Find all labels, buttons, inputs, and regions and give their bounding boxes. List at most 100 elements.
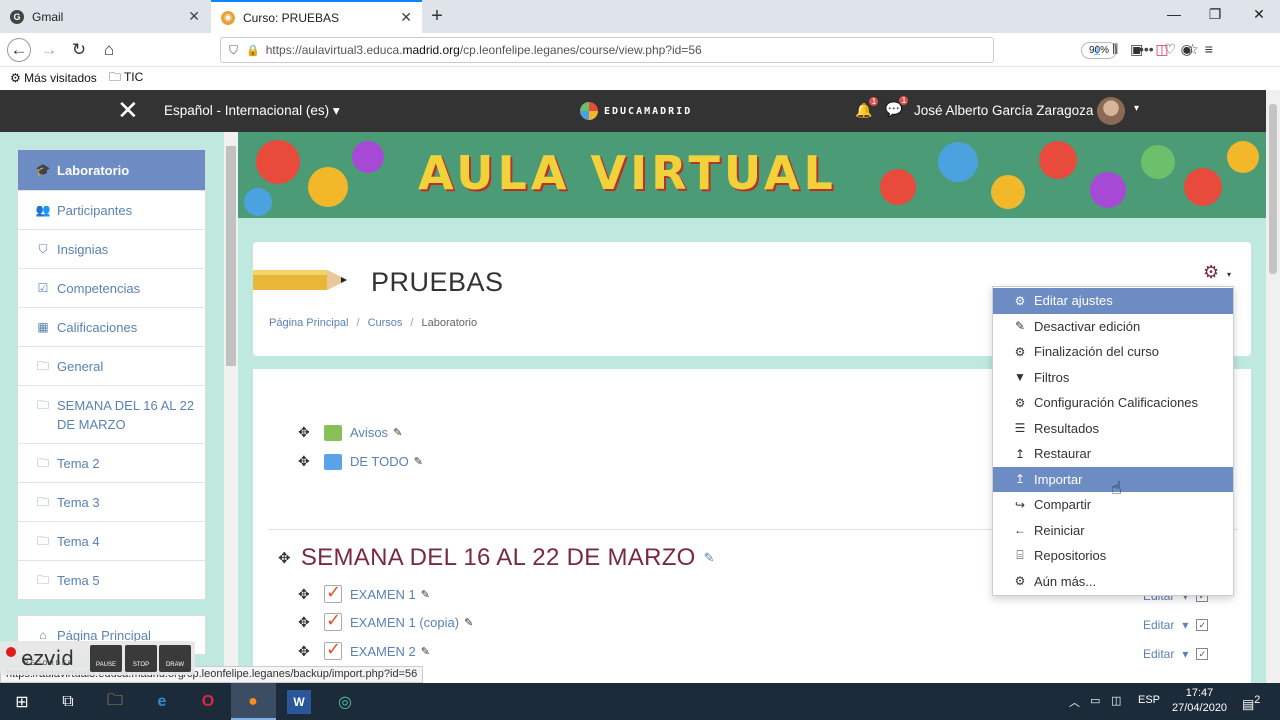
chevron-down-icon[interactable]: ▾: [1134, 103, 1139, 114]
sidebar-item-participantes[interactable]: 👥 Participantes: [18, 191, 205, 230]
scrollbar-thumb[interactable]: [226, 146, 236, 366]
edit-menu-examen-1-copia[interactable]: Editar ▾ ✓: [1143, 618, 1209, 632]
bookmark-mas-visitados[interactable]: ⚙ Más visitados: [10, 71, 97, 85]
firefox-icon[interactable]: ●: [241, 690, 265, 714]
sidebar-icon[interactable]: ▣: [1130, 41, 1143, 58]
home-icon[interactable]: ⌂: [98, 39, 120, 61]
menu-item-reiniciar[interactable]: ← Reiniciar: [993, 518, 1233, 544]
system-clock[interactable]: 17:47 27/04/2020: [1172, 686, 1227, 716]
library-icon[interactable]: ⫴: [1112, 41, 1118, 58]
back-icon[interactable]: ←: [7, 38, 31, 62]
activity-examen-1[interactable]: ✥ EXAMEN 1 ✎: [298, 582, 430, 603]
edit-menu-examen-2[interactable]: Editar ▾ ✓: [1143, 647, 1209, 661]
move-icon[interactable]: ✥: [298, 424, 314, 441]
completion-checkbox[interactable]: ✓: [1196, 648, 1209, 660]
close-window-icon[interactable]: ✕: [1249, 6, 1269, 23]
action-center-icon[interactable]: ▤2: [1242, 694, 1260, 712]
bookmark-tic[interactable]: 🗀 TIC: [109, 68, 143, 89]
avatar[interactable]: [1097, 97, 1125, 125]
sidebar-scrollbar[interactable]: [224, 132, 238, 685]
activity-examen-1-copia[interactable]: ✥ EXAMEN 1 (copia) ✎: [298, 610, 473, 631]
close-tab-icon[interactable]: ✕: [400, 9, 412, 26]
reload-icon[interactable]: ↻: [68, 39, 90, 61]
menu-item-desactivar-edicion[interactable]: ✎ Desactivar edición: [993, 314, 1233, 340]
sidebar-item-competencias[interactable]: ☑ Competencias: [18, 269, 205, 308]
edit-pencil-icon[interactable]: ✎: [421, 588, 430, 601]
edit-pencil-icon[interactable]: ✎: [421, 645, 430, 658]
educamadrid-logo[interactable]: EDUCAMADRID: [580, 102, 692, 120]
network-icon[interactable]: ◫: [1111, 694, 1121, 707]
activity-avisos[interactable]: ✥ Avisos ✎: [298, 424, 402, 441]
new-tab-button[interactable]: +: [426, 5, 448, 27]
scrollbar-thumb[interactable]: [1269, 104, 1277, 274]
breadcrumb-laboratorio[interactable]: Laboratorio: [421, 317, 477, 329]
user-name[interactable]: José Alberto García Zaragoza: [914, 103, 1093, 118]
sidebar-item-calificaciones[interactable]: ▦ Calificaciones: [18, 308, 205, 347]
chevron-up-icon[interactable]: ︿: [1069, 694, 1080, 710]
menu-item-restaurar[interactable]: ↥ Restaurar: [993, 441, 1233, 467]
sidebar-item-insignias[interactable]: ⛉ Insignias: [18, 230, 205, 269]
close-tab-icon[interactable]: ✕: [188, 8, 200, 25]
forward-icon[interactable]: →: [38, 39, 60, 61]
language-indicator[interactable]: ESP: [1138, 694, 1160, 706]
file-explorer-icon[interactable]: 🗀: [103, 690, 127, 714]
move-icon[interactable]: ✥: [298, 643, 314, 660]
edit-pencil-icon[interactable]: ✎: [393, 426, 402, 439]
menu-item-configuracion-calificaciones[interactable]: ⚙ Configuración Calificaciones: [993, 390, 1233, 416]
messages-icon[interactable]: 💬 1: [885, 96, 909, 118]
move-icon[interactable]: ✥: [298, 586, 314, 603]
menu-item-filtros[interactable]: ▼ Filtros: [993, 365, 1233, 391]
sidebar-item-tema-3[interactable]: 🗀 Tema 3: [18, 483, 205, 522]
edit-pencil-icon[interactable]: ✎: [464, 616, 473, 629]
sidebar-item-general[interactable]: 🗀 General: [18, 347, 205, 386]
edit-pencil-icon[interactable]: ✎: [704, 550, 715, 566]
activity-examen-2[interactable]: ✥ EXAMEN 2 ✎: [298, 639, 430, 660]
completion-checkbox[interactable]: ✓: [1196, 619, 1209, 631]
menu-item-resultados[interactable]: ☰ Resultados: [993, 416, 1233, 442]
account-icon[interactable]: ◉: [1181, 41, 1193, 58]
gear-icon: ⚙: [1014, 344, 1026, 359]
activity-de-todo[interactable]: ✥ DE TODO ✎: [298, 453, 423, 470]
menu-item-editar-ajustes[interactable]: ⚙ Editar ajustes: [993, 288, 1233, 314]
minimize-icon[interactable]: —: [1164, 6, 1184, 22]
battery-icon[interactable]: ▭: [1090, 694, 1100, 707]
notifications-bell-icon[interactable]: 🔔 1: [855, 97, 879, 119]
pause-button[interactable]: PAUSE: [90, 645, 122, 672]
maximize-icon[interactable]: ❐: [1205, 6, 1225, 23]
page-scrollbar[interactable]: [1266, 90, 1280, 685]
breadcrumb-pagina-principal[interactable]: Página Principal: [269, 317, 349, 329]
opera-icon[interactable]: O: [196, 690, 220, 714]
close-drawer-icon[interactable]: ✕: [117, 97, 139, 123]
sidebar-item-tema-2[interactable]: 🗀 Tema 2: [18, 444, 205, 483]
course-settings-gear-icon[interactable]: ⚙: [1203, 262, 1219, 283]
sidebar-item-semana[interactable]: 🗀 SEMANA DEL 16 AL 22 DE MARZO: [18, 386, 205, 444]
draw-button[interactable]: DRAW: [159, 645, 191, 672]
address-bar[interactable]: ⛉ 🔒 https://aulavirtual3.educa.madrid.or…: [220, 37, 1199, 63]
edit-pencil-icon[interactable]: ✎: [414, 455, 423, 468]
move-icon[interactable]: ✥: [278, 549, 291, 567]
chrome-icon[interactable]: ◎: [333, 690, 357, 714]
stop-button[interactable]: STOP: [125, 645, 157, 672]
edge-icon[interactable]: e: [150, 690, 174, 714]
folder-icon: [324, 453, 342, 470]
sidebar-item-tema-4[interactable]: 🗀 Tema 4: [18, 522, 205, 561]
move-icon[interactable]: ✥: [298, 453, 314, 470]
menu-item-finalizacion-curso[interactable]: ⚙ Finalización del curso: [993, 339, 1233, 365]
download-icon[interactable]: ⤓: [1094, 41, 1100, 58]
move-icon[interactable]: ✥: [298, 614, 314, 631]
task-view-icon[interactable]: ⧉: [56, 690, 80, 714]
sidebar-item-laboratorio[interactable]: 🎓 Laboratorio: [18, 150, 205, 191]
extension-icon[interactable]: ◫: [1155, 41, 1168, 58]
language-selector[interactable]: Español - Internacional (es) ▾: [164, 103, 340, 119]
sidebar-item-tema-5[interactable]: 🗀 Tema 5: [18, 561, 205, 599]
chevron-down-icon[interactable]: ▾: [1227, 270, 1231, 279]
windows-start-icon[interactable]: ⊞: [10, 690, 34, 714]
tab-gmail[interactable]: G Gmail ✕: [0, 0, 210, 33]
menu-item-repositorios[interactable]: ⌸ Repositorios: [993, 543, 1233, 569]
word-icon[interactable]: W: [287, 690, 311, 714]
menu-icon[interactable]: ≡: [1205, 41, 1213, 58]
breadcrumb-cursos[interactable]: Cursos: [368, 317, 403, 329]
tab-curso-pruebas[interactable]: ◉ Curso: PRUEBAS ✕: [211, 0, 422, 33]
menu-item-aun-mas[interactable]: ⚙ Aún más...: [993, 569, 1233, 595]
quiz-icon: [324, 639, 342, 660]
